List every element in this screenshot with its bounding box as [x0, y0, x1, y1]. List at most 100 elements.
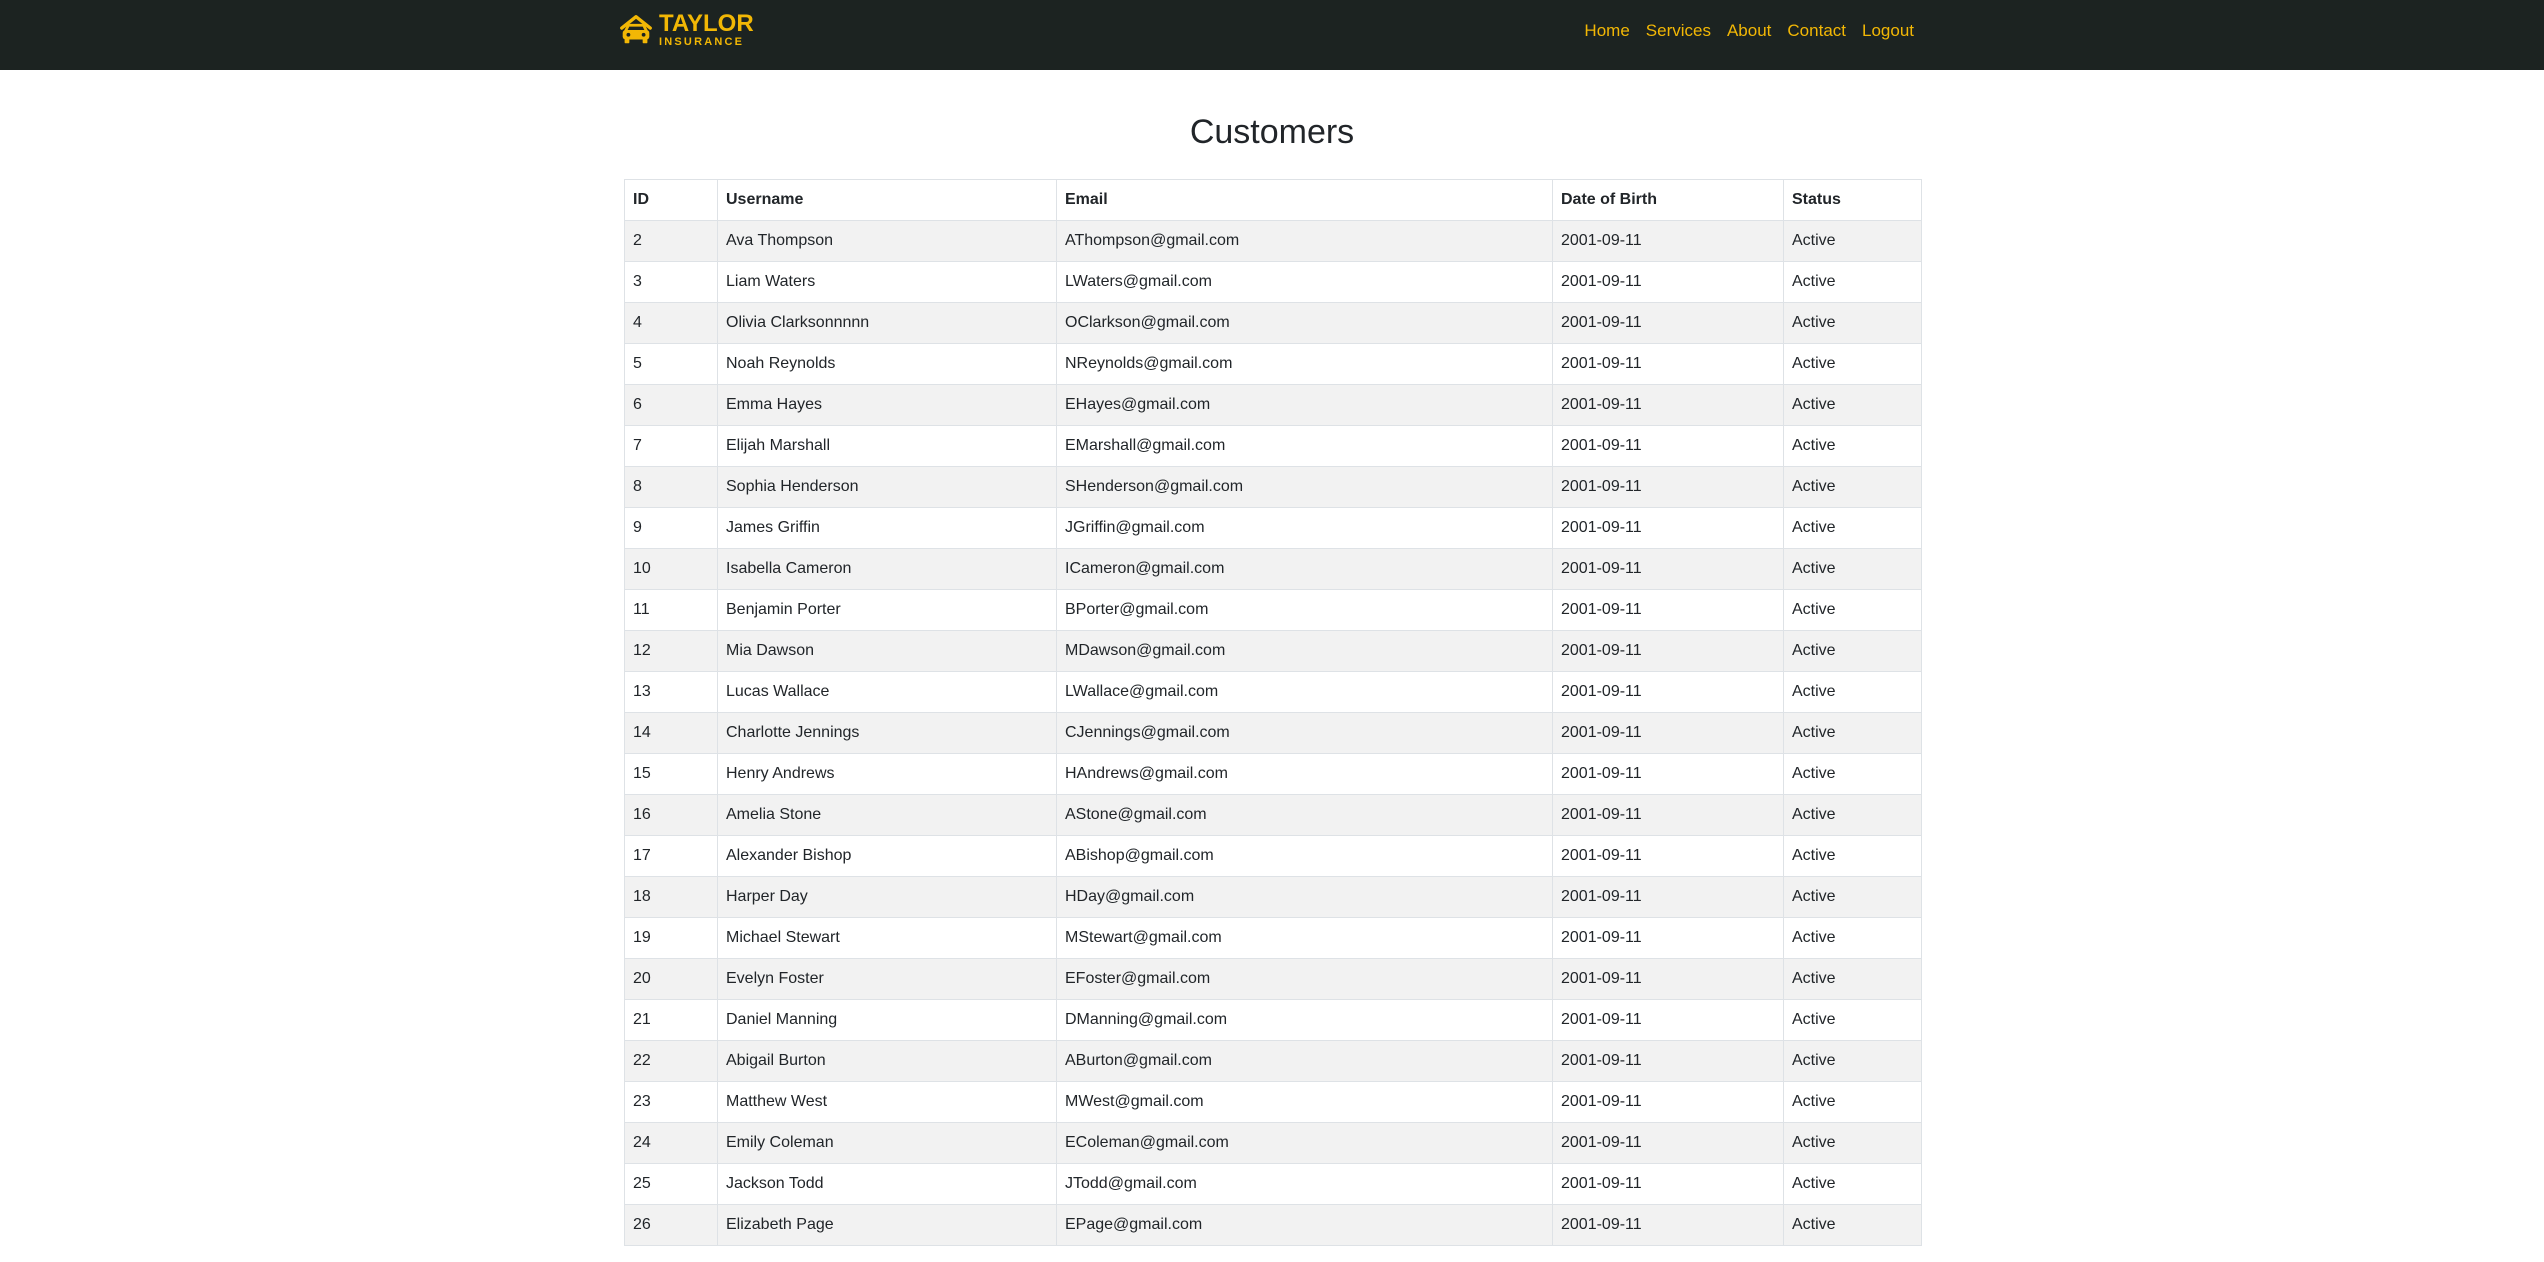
nav-links: Home Services About Contact Logout — [1568, 0, 1914, 62]
cell-status: Active — [1783, 548, 1922, 590]
brand-title: TAYLOR — [659, 10, 754, 37]
cell-status: Active — [1783, 999, 1922, 1041]
table-row: 9 James Griffin JGriffin@gmail.com 2001-09-… — [624, 507, 1922, 549]
table-row: 22 Abigail Burton ABurton@gmail.com 2001-09… — [624, 1040, 1922, 1082]
cell-email: OClarkson@gmail.com — [1056, 302, 1553, 344]
cell-date-of-birth: 2001-09-11 — [1552, 917, 1784, 959]
table-row: 18 Harper Day HDay@gmail.com 2001-09-11 Acti… — [624, 876, 1922, 918]
cell-id: 5 — [624, 343, 718, 385]
cell-date-of-birth: 2001-09-11 — [1552, 1040, 1784, 1082]
cell-id: 23 — [624, 1081, 718, 1123]
cell-email: HDay@gmail.com — [1056, 876, 1553, 918]
cell-username: Ava Thompson — [717, 220, 1057, 262]
cell-email: CJennings@gmail.com — [1056, 712, 1553, 754]
cell-id: 20 — [624, 958, 718, 1000]
cell-username: Noah Reynolds — [717, 343, 1057, 385]
cell-status: Active — [1783, 835, 1922, 877]
cell-status: Active — [1783, 384, 1922, 426]
cell-date-of-birth: 2001-09-11 — [1552, 999, 1784, 1041]
cell-id: 8 — [624, 466, 718, 508]
cell-email: ICameron@gmail.com — [1056, 548, 1553, 590]
table-row: 24 Emily Coleman EColeman@gmail.com 2001-09… — [624, 1122, 1922, 1164]
table-row: 2 Ava Thompson AThompson@gmail.com 2001-09-… — [624, 220, 1922, 262]
cell-email: EPage@gmail.com — [1056, 1204, 1553, 1246]
customers-table: ID Username Email Date of Birth Status 2… — [624, 179, 1922, 1246]
table-row: 7 Elijah Marshall EMarshall@gmail.com 2001-… — [624, 425, 1922, 467]
cell-date-of-birth: 2001-09-11 — [1552, 466, 1784, 508]
table-row: 19 Michael Stewart MStewart@gmail.com 2001-… — [624, 917, 1922, 959]
cell-email: AThompson@gmail.com — [1056, 220, 1553, 262]
cell-status: Active — [1783, 302, 1922, 344]
table-row: 20 Evelyn Foster EFoster@gmail.com 2001-09-… — [624, 958, 1922, 1000]
nav-home-link[interactable]: Home — [1584, 21, 1629, 41]
cell-username: Harper Day — [717, 876, 1057, 918]
cell-date-of-birth: 2001-09-11 — [1552, 1204, 1784, 1246]
cell-username: Amelia Stone — [717, 794, 1057, 836]
cell-date-of-birth: 2001-09-11 — [1552, 630, 1784, 672]
cell-date-of-birth: 2001-09-11 — [1552, 507, 1784, 549]
brand-logo[interactable]: TAYLOR INSURANCE — [617, 9, 754, 51]
cell-username: Lucas Wallace — [717, 671, 1057, 713]
cell-id: 11 — [624, 589, 718, 631]
cell-username: Abigail Burton — [717, 1040, 1057, 1082]
cell-status: Active — [1783, 343, 1922, 385]
cell-id: 10 — [624, 548, 718, 590]
cell-status: Active — [1783, 589, 1922, 631]
nav-services-link[interactable]: Services — [1646, 21, 1711, 41]
cell-email: JGriffin@gmail.com — [1056, 507, 1553, 549]
cell-status: Active — [1783, 1122, 1922, 1164]
nav-contact-link[interactable]: Contact — [1787, 21, 1846, 41]
brand-subtitle: INSURANCE — [659, 36, 745, 48]
table-row: 3 Liam Waters LWaters@gmail.com 2001-09-11 A… — [624, 261, 1922, 303]
cell-status: Active — [1783, 220, 1922, 262]
cell-date-of-birth: 2001-09-11 — [1552, 425, 1784, 467]
nav-logout-link[interactable]: Logout — [1862, 21, 1914, 41]
cell-username: Elizabeth Page — [717, 1204, 1057, 1246]
cell-username: Daniel Manning — [717, 999, 1057, 1041]
table-row: 15 Henry Andrews HAndrews@gmail.com 2001-09… — [624, 753, 1922, 795]
cell-id: 17 — [624, 835, 718, 877]
cell-email: JTodd@gmail.com — [1056, 1163, 1553, 1205]
car-icon — [620, 15, 652, 44]
cell-status: Active — [1783, 261, 1922, 303]
cell-status: Active — [1783, 917, 1922, 959]
cell-username: Emma Hayes — [717, 384, 1057, 426]
cell-date-of-birth: 2001-09-11 — [1552, 876, 1784, 918]
cell-username: Benjamin Porter — [717, 589, 1057, 631]
cell-date-of-birth: 2001-09-11 — [1552, 671, 1784, 713]
nav-about-link[interactable]: About — [1727, 21, 1771, 41]
table-row: 17 Alexander Bishop ABishop@gmail.com 2001-… — [624, 835, 1922, 877]
column-header-email: Email — [1056, 179, 1553, 221]
cell-email: EHayes@gmail.com — [1056, 384, 1553, 426]
table-row: 6 Emma Hayes EHayes@gmail.com 2001-09-11 Act… — [624, 384, 1922, 426]
table-header-row: ID Username Email Date of Birth Status — [624, 179, 1922, 221]
cell-date-of-birth: 2001-09-11 — [1552, 794, 1784, 836]
cell-id: 7 — [624, 425, 718, 467]
cell-date-of-birth: 2001-09-11 — [1552, 220, 1784, 262]
table-row: 14 Charlotte Jennings CJennings@gmail.com 2… — [624, 712, 1922, 754]
cell-id: 18 — [624, 876, 718, 918]
cell-date-of-birth: 2001-09-11 — [1552, 261, 1784, 303]
cell-username: Olivia Clarksonnnnn — [717, 302, 1057, 344]
column-header-status: Status — [1783, 179, 1922, 221]
cell-id: 14 — [624, 712, 718, 754]
cell-date-of-birth: 2001-09-11 — [1552, 548, 1784, 590]
cell-id: 4 — [624, 302, 718, 344]
cell-status: Active — [1783, 958, 1922, 1000]
cell-email: MDawson@gmail.com — [1056, 630, 1553, 672]
cell-status: Active — [1783, 671, 1922, 713]
cell-email: DManning@gmail.com — [1056, 999, 1553, 1041]
cell-email: HAndrews@gmail.com — [1056, 753, 1553, 795]
cell-id: 9 — [624, 507, 718, 549]
table-row: 23 Matthew West MWest@gmail.com 2001-09-11 A… — [624, 1081, 1922, 1123]
cell-id: 13 — [624, 671, 718, 713]
cell-status: Active — [1783, 1040, 1922, 1082]
column-header-id: ID — [624, 179, 718, 221]
cell-status: Active — [1783, 753, 1922, 795]
cell-id: 25 — [624, 1163, 718, 1205]
cell-date-of-birth: 2001-09-11 — [1552, 1163, 1784, 1205]
cell-id: 15 — [624, 753, 718, 795]
table-row: 12 Mia Dawson MDawson@gmail.com 2001-09-11 A… — [624, 630, 1922, 672]
cell-status: Active — [1783, 794, 1922, 836]
cell-status: Active — [1783, 712, 1922, 754]
